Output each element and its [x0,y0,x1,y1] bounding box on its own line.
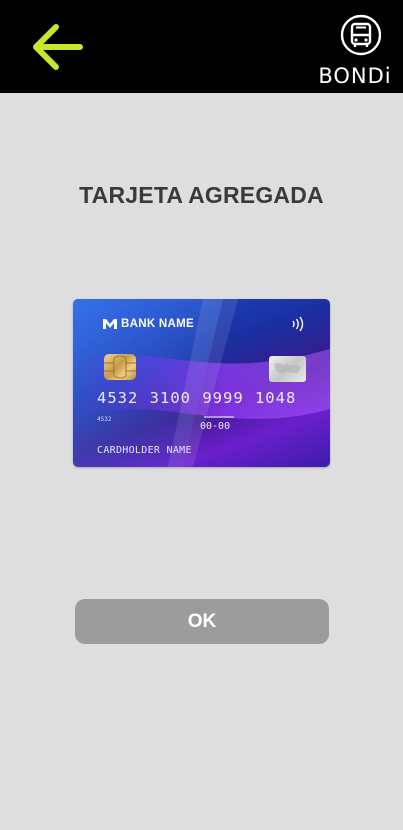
back-button[interactable] [28,20,86,74]
hologram-icon [269,356,306,382]
expiry-caption-line [204,416,234,418]
bank-name: BANK NAME [103,318,194,330]
contactless-icon [292,316,304,332]
bus-icon [340,14,382,56]
bank-logo-icon [103,319,117,329]
brand-logo: BONDi [315,14,395,88]
arrow-left-icon [33,24,83,70]
card-expiry: 00-00 [200,421,231,432]
page-title: TARJETA AGREGADA [79,182,324,208]
chip-icon [104,354,136,380]
ok-button[interactable]: OK [75,599,329,644]
top-bar: BONDi [0,0,403,93]
card-holder-name: CARDHOLDER NAME [97,445,192,456]
bank-name-label: BANK NAME [121,318,194,330]
credit-card-image: BANK NAME 4532 3100 9999 1048 4532 00-00… [73,299,330,467]
brand-label: BONDi [318,64,392,88]
card-small-number: 4532 [97,416,112,423]
card-number: 4532 3100 9999 1048 [97,389,297,407]
